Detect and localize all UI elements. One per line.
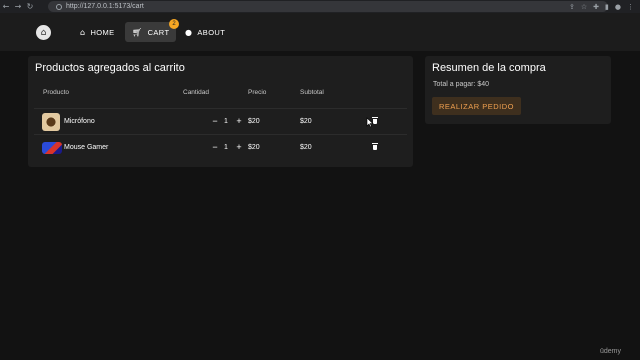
nav-home-label: HOME (90, 27, 115, 37)
product-subtotal: $20 (300, 144, 312, 151)
nav-home-button[interactable]: ⌂ HOME (73, 22, 122, 42)
url-text: http://127.0.0.1:5173/cart (66, 3, 144, 10)
increase-quantity-button[interactable]: + (234, 142, 244, 152)
share-icon[interactable]: ⇪ (569, 3, 575, 11)
extensions-icon[interactable]: ✚ (593, 3, 599, 11)
product-subtotal: $20 (300, 118, 312, 125)
delete-icon[interactable] (370, 142, 380, 152)
cart-icon: 🛒︎ (132, 27, 143, 37)
bookmark-star-icon[interactable]: ☆ (581, 3, 587, 11)
nav-cart-label: CART (147, 27, 170, 37)
pointer-cursor-icon (366, 117, 374, 128)
product-name: Mouse Gamer (64, 144, 109, 151)
column-header-subtotal: Subtotal (300, 89, 324, 96)
table-row: Mouse Gamer − 1 + $20 $20 (34, 134, 407, 160)
cart-title: Productos agregados al carrito (35, 62, 185, 74)
quantity-value: 1 (224, 144, 228, 151)
profile-icon[interactable]: ● (615, 3, 621, 11)
product-image (42, 142, 62, 154)
summary-title: Resumen de la compra (432, 62, 546, 74)
total-amount: Total a pagar: $40 (433, 81, 490, 88)
address-bar[interactable]: http://127.0.0.1:5173/cart (48, 1, 608, 12)
cart-panel: Productos agregados al carrito Producto … (28, 56, 413, 167)
product-price: $20 (248, 118, 260, 125)
back-icon[interactable]: ← (0, 0, 12, 13)
product-name: Micrófono (64, 118, 95, 125)
place-order-button[interactable]: REALIZAR PEDIDO (432, 97, 521, 115)
info-icon: ● (185, 27, 193, 37)
site-info-icon[interactable] (56, 3, 62, 10)
logo-icon[interactable]: ⌂ (36, 25, 51, 40)
reload-icon[interactable]: ↻ (24, 0, 36, 13)
column-header-quantity: Cantidad (183, 89, 210, 96)
udemy-watermark: ūdemy (600, 348, 622, 355)
menu-icon[interactable]: ⋮ (627, 3, 634, 11)
quantity-value: 1 (224, 118, 228, 125)
decrease-quantity-button[interactable]: − (210, 116, 220, 126)
nav-about-button[interactable]: ● ABOUT (178, 22, 232, 42)
product-image (42, 113, 60, 131)
order-summary-panel: Resumen de la compra Total a pagar: $40 … (425, 56, 611, 124)
decrease-quantity-button[interactable]: − (210, 142, 220, 152)
product-price: $20 (248, 144, 260, 151)
browser-toolbar: ← → ↻ http://127.0.0.1:5173/cart ⇪ ☆ ✚ ▮… (0, 0, 640, 13)
table-row: Micrófono − 1 + $20 $20 (34, 108, 407, 134)
sidebar-icon[interactable]: ▮ (605, 3, 609, 11)
home-icon: ⌂ (80, 27, 86, 37)
app-bar: ⌂ ⌂ HOME 🛒︎ CART 2 ● ABOUT (0, 13, 640, 51)
forward-icon[interactable]: → (12, 0, 24, 13)
nav-about-label: ABOUT (197, 27, 226, 37)
column-header-price: Precio (248, 89, 267, 96)
column-header-product: Producto (43, 89, 70, 96)
increase-quantity-button[interactable]: + (234, 116, 244, 126)
